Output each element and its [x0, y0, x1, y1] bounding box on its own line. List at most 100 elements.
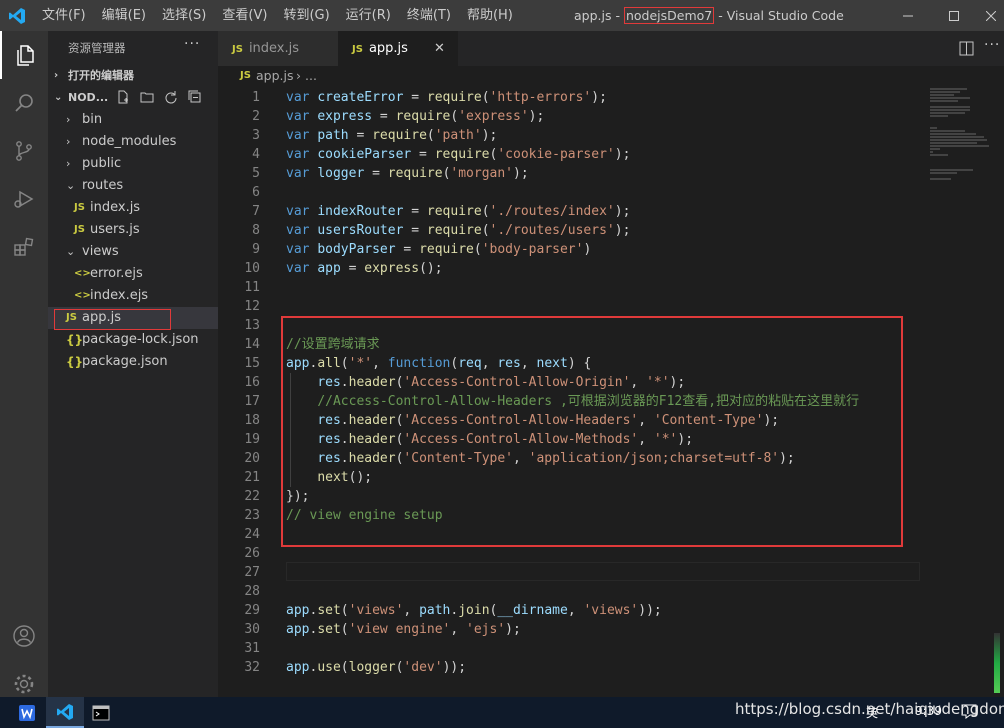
- menu-item[interactable]: 查看(V): [214, 0, 275, 31]
- code-line: 11: [218, 278, 926, 297]
- js-file-icon: JS: [74, 224, 85, 235]
- taskbar-app-wps[interactable]: [8, 697, 46, 728]
- tab-index-js[interactable]: JS index.js: [218, 31, 338, 66]
- csdn-watermark: https://blog.csdn.net/haiqiudengdong: [735, 700, 1004, 718]
- terminal-app-icon: [92, 705, 110, 720]
- code-token: =: [395, 242, 420, 257]
- code-token: require: [434, 147, 490, 162]
- code-token: cookieParser: [317, 147, 412, 162]
- taskbar-app-terminal[interactable]: [82, 697, 120, 728]
- minimap-line: [930, 148, 940, 150]
- chevron-right-icon: ›: [54, 70, 59, 81]
- code-token: =: [364, 166, 388, 181]
- chevron-down-icon: ⌄: [54, 92, 63, 103]
- code-line: 2 var express = require('express');: [218, 107, 926, 126]
- tree-folder-public[interactable]: › public: [48, 153, 218, 175]
- breadcrumb-rest[interactable]: ...: [305, 66, 317, 86]
- minimap-line: [930, 145, 989, 147]
- minimap[interactable]: [926, 88, 1004, 697]
- tree-file-users-js[interactable]: JS users.js: [48, 219, 218, 241]
- taskbar-app-vscode[interactable]: [46, 697, 84, 728]
- tree-file-error-ejs[interactable]: <> error.ejs: [48, 263, 218, 285]
- tree-file-package-json[interactable]: {} package.json: [48, 351, 218, 373]
- code-token: express: [317, 109, 373, 124]
- line-number: 20: [244, 451, 260, 466]
- code-text: var express = require('express');: [286, 107, 544, 126]
- line-number: 10: [244, 261, 260, 276]
- minimap-line: [930, 142, 977, 144]
- vscode-logo-icon: [9, 8, 25, 24]
- breadcrumb-file[interactable]: app.js: [256, 66, 294, 86]
- source-control-activity[interactable]: [0, 127, 48, 175]
- close-window-button[interactable]: [977, 0, 1004, 31]
- line-number: 23: [244, 508, 260, 523]
- tree-folder-node_modules[interactable]: › node_modules: [48, 131, 218, 153]
- collapse-all-icon[interactable]: [188, 90, 202, 104]
- code-token: indexRouter: [317, 204, 404, 219]
- open-editors-section[interactable]: › 打开的编辑器: [48, 65, 218, 87]
- code-token: );: [591, 90, 607, 105]
- code-token: 'dev': [403, 660, 443, 675]
- split-editor-icon[interactable]: [959, 41, 974, 56]
- tree-file-package-lock-json[interactable]: {} package-lock.json: [48, 329, 218, 351]
- code-token: 'express': [458, 109, 529, 124]
- minimap-line: [930, 130, 966, 132]
- code-token: =: [372, 109, 396, 124]
- line-number: 29: [244, 603, 260, 618]
- line-number: 5: [252, 166, 260, 181]
- code-token: );: [614, 223, 631, 238]
- line-number: 32: [244, 660, 260, 675]
- menu-item[interactable]: 编辑(E): [94, 0, 154, 31]
- menu-item[interactable]: 转到(G): [275, 0, 337, 31]
- run-debug-activity[interactable]: [0, 175, 48, 223]
- code-token: path: [419, 603, 451, 618]
- tab-app-js[interactable]: JS app.js ✕: [338, 31, 458, 66]
- search-activity[interactable]: [0, 79, 48, 127]
- editor-more-icon[interactable]: ···: [984, 37, 1000, 53]
- wps-app-icon: [19, 704, 35, 721]
- code-token: set: [317, 603, 341, 618]
- menu-item[interactable]: 终端(T): [399, 0, 459, 31]
- explorer-activity[interactable]: [0, 31, 48, 79]
- ejs-file-icon: <>: [74, 290, 91, 301]
- tree-folder-routes[interactable]: ⌄ routes: [48, 175, 218, 197]
- menu-item[interactable]: 文件(F): [34, 0, 94, 31]
- code-token: 'body-parser': [481, 242, 584, 257]
- json-file-icon: {}: [66, 355, 84, 369]
- code-token: createError: [317, 90, 404, 105]
- close-tab-icon[interactable]: ✕: [434, 31, 445, 66]
- js-file-icon: JS: [232, 44, 243, 55]
- menu-item[interactable]: 运行(R): [338, 0, 399, 31]
- tree-file-index-js[interactable]: JS index.js: [48, 197, 218, 219]
- extensions-activity[interactable]: [0, 223, 48, 271]
- code-line: 5 var logger = require('morgan');: [218, 164, 926, 183]
- maximize-button[interactable]: [931, 0, 977, 31]
- tree-folder-bin[interactable]: › bin: [48, 109, 218, 131]
- new-folder-icon[interactable]: [140, 90, 154, 104]
- search-icon: [15, 94, 33, 112]
- code-token: =: [348, 128, 373, 143]
- code-text: var path = require('path');: [286, 126, 497, 145]
- new-file-icon[interactable]: [116, 90, 130, 104]
- line-number: 9: [252, 242, 260, 257]
- tree-folder-views[interactable]: ⌄ views: [48, 241, 218, 263]
- tree-file-index-ejs[interactable]: <> index.ejs: [48, 285, 218, 307]
- code-token: express: [364, 261, 420, 276]
- minimize-button[interactable]: [885, 0, 931, 31]
- code-token: =: [403, 90, 427, 105]
- code-text: var indexRouter = require('./routes/inde…: [286, 202, 630, 221]
- code-token: path: [317, 128, 349, 143]
- files-icon: [17, 45, 34, 66]
- code-token: );: [614, 147, 631, 162]
- minimap-line: [930, 91, 960, 93]
- code-token: join: [458, 603, 490, 618]
- code-token: var: [286, 261, 318, 276]
- menu-item[interactable]: 帮助(H): [459, 0, 521, 31]
- menu-item[interactable]: 选择(S): [154, 0, 214, 31]
- refresh-icon[interactable]: [164, 90, 178, 104]
- accounts-activity[interactable]: [0, 612, 48, 660]
- project-section[interactable]: ⌄ NOD...: [48, 87, 218, 109]
- explorer-more-icon[interactable]: ···: [184, 36, 200, 52]
- code-text: var app = express();: [286, 259, 443, 278]
- minimap-line: [930, 133, 976, 135]
